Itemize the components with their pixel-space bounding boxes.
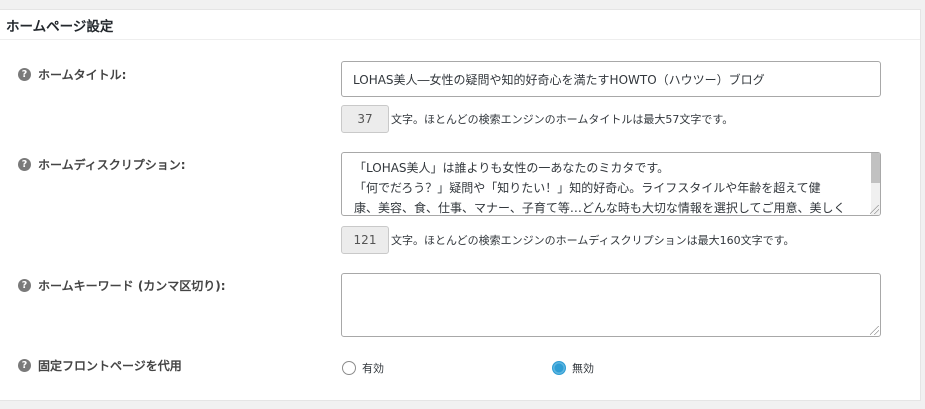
home-title-input[interactable]: LOHAS美人―女性の疑問や知的好奇心を満たすHOWTO（ハウツー）ブログ <box>341 61 881 97</box>
radio-enable[interactable] <box>342 361 356 375</box>
static-front-label-row: ? 固定フロントページを代用 <box>18 357 182 374</box>
home-description-label-row: ? ホームディスクリプション: <box>18 156 186 173</box>
question-mark-icon[interactable]: ? <box>18 279 31 292</box>
radio-enable-label: 有効 <box>362 362 384 375</box>
home-keywords-text[interactable] <box>342 274 880 279</box>
home-title-label-row: ? ホームタイトル: <box>18 66 126 83</box>
panel-header: ホームページ設定 <box>0 10 920 40</box>
home-keywords-label-row: ? ホームキーワード (カンマ区切り): <box>18 277 226 294</box>
home-title-count-note: 文字。ほとんどの検索エンジンのホームタイトルは最大57文字です。 <box>391 113 734 126</box>
static-front-label: 固定フロントページを代用 <box>38 359 182 373</box>
home-description-text[interactable]: 「LOHAS美人」は誰よりも女性の一あなたのミカタです。 「何でだろう？」疑問や… <box>342 153 880 215</box>
page-background-strip <box>0 401 925 409</box>
radio-option-disable[interactable]: 無効 <box>552 360 594 376</box>
home-keywords-label: ホームキーワード (カンマ区切り): <box>38 279 226 293</box>
radio-disable-label: 無効 <box>572 362 594 375</box>
question-mark-icon[interactable]: ? <box>18 359 31 372</box>
radio-option-enable[interactable]: 有効 <box>342 360 384 376</box>
home-title-label: ホームタイトル: <box>38 68 127 82</box>
home-keywords-textarea[interactable] <box>341 273 881 337</box>
scrollbar-thumb[interactable] <box>871 153 880 183</box>
home-description-counter-row: 121 文字。ほとんどの検索エンジンのホームディスクリプションは最大160文字で… <box>341 226 794 254</box>
resize-grip-icon[interactable] <box>870 326 879 335</box>
question-mark-icon[interactable]: ? <box>18 158 31 171</box>
home-description-count-note: 文字。ほとんどの検索エンジンのホームディスクリプションは最大160文字です。 <box>391 234 795 247</box>
home-description-textarea[interactable]: 「LOHAS美人」は誰よりも女性の一あなたのミカタです。 「何でだろう？」疑問や… <box>341 152 881 216</box>
home-title-counter-row: 37 文字。ほとんどの検索エンジンのホームタイトルは最大57文字です。 <box>341 105 733 133</box>
resize-grip-icon[interactable] <box>870 205 879 214</box>
home-title-char-count: 37 <box>341 105 389 133</box>
panel-title: ホームページ設定 <box>6 18 114 35</box>
home-description-label: ホームディスクリプション: <box>38 158 186 172</box>
question-mark-icon[interactable]: ? <box>18 68 31 81</box>
home-description-char-count: 121 <box>341 226 389 254</box>
radio-disable[interactable] <box>552 361 566 375</box>
